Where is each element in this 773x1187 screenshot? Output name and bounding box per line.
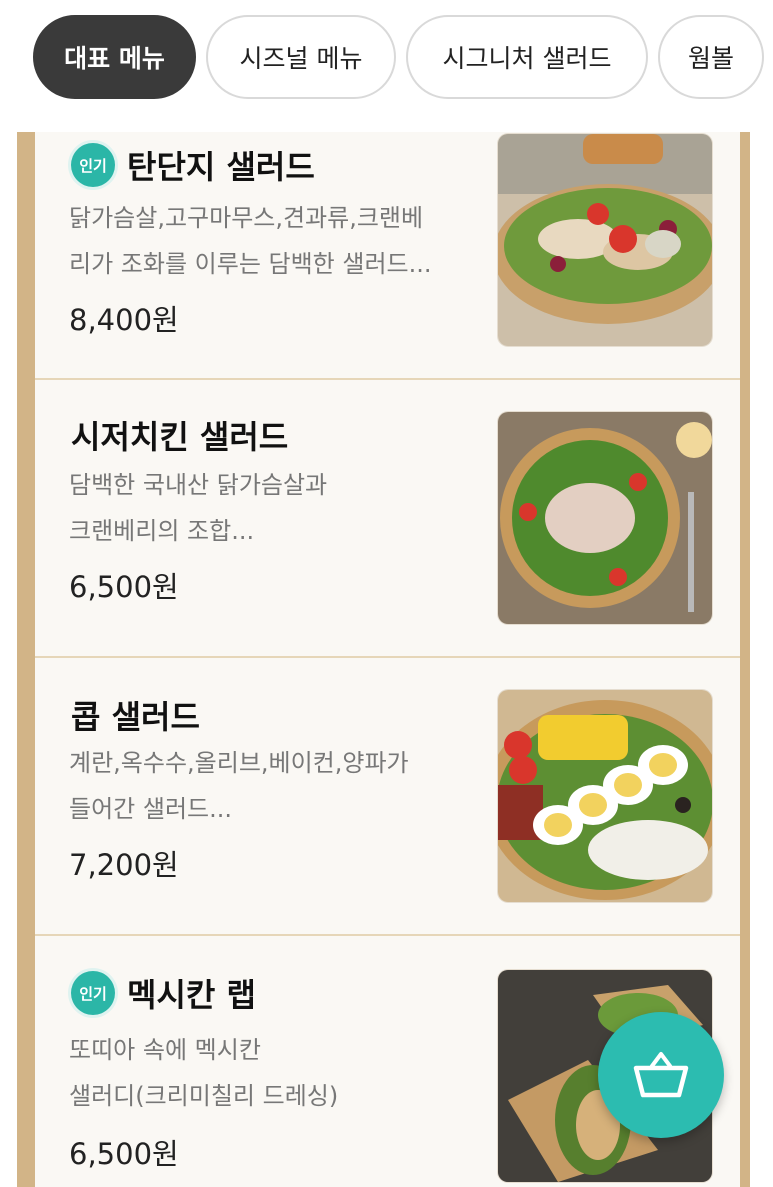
- menu-item-name: 콥 샐러드: [71, 698, 200, 736]
- popular-badge: 인기: [71, 143, 115, 187]
- menu-item-description: 담백한 국내산 닭가슴살과 크랜베리의 조합...: [69, 462, 489, 554]
- salad-bowl-image: [498, 690, 712, 902]
- menu-item-title-row: 콥 샐러드: [71, 692, 200, 738]
- menu-item[interactable]: 콥 샐러드 계란,옥수수,올리브,베이컨,양파가 들어간 샐러드... 7,20…: [35, 658, 740, 936]
- menu-item-price: 6,500원: [69, 570, 179, 604]
- salad-bowl-image: [498, 412, 712, 624]
- menu-item-name: 탄단지 샐러드: [127, 148, 315, 186]
- description-line: 담백한 국내산 닭가슴살과: [69, 471, 328, 499]
- menu-item-description: 닭가슴살,고구마무스,견과류,크랜베 리가 조화를 이루는 담백한 샐러드...: [69, 195, 489, 287]
- menu-item-photo[interactable]: [498, 690, 712, 902]
- description-line: 닭가슴살,고구마무스,견과류,크랜베: [69, 204, 424, 232]
- tab-signature-salad[interactable]: 시그니처 샐러드: [406, 15, 648, 99]
- menu-item-title-row: 시저치킨 샐러드: [71, 412, 288, 458]
- menu-item-title-row: 인기 탄단지 샐러드: [71, 142, 315, 188]
- menu-item-price: 6,500원: [69, 1137, 179, 1171]
- description-line: 크랜베리의 조합...: [69, 517, 255, 545]
- tab-signature-menu[interactable]: 대표 메뉴: [33, 15, 196, 99]
- basket-icon: [633, 1052, 689, 1098]
- description-line: 들어간 샐러드...: [69, 795, 232, 823]
- menu-item-description: 또띠아 속에 멕시칸 샐러디(크리미칠리 드레싱): [69, 1027, 489, 1119]
- popular-badge: 인기: [71, 971, 115, 1015]
- salad-bowl-image: [498, 134, 712, 346]
- menu-item-name: 시저치킨 샐러드: [71, 418, 289, 456]
- description-line: 계란,옥수수,올리브,베이컨,양파가: [69, 749, 409, 777]
- description-line: 리가 조화를 이루는 담백한 샐러드...: [69, 250, 432, 278]
- menu-item-price: 8,400원: [69, 303, 179, 337]
- description-line: 또띠아 속에 멕시칸: [69, 1036, 261, 1064]
- menu-item-price: 7,200원: [69, 848, 179, 882]
- menu-item-photo[interactable]: [498, 134, 712, 346]
- menu-item-description: 계란,옥수수,올리브,베이컨,양파가 들어간 샐러드...: [69, 740, 489, 832]
- cart-button[interactable]: [598, 1012, 724, 1138]
- category-tab-bar: 대표 메뉴 시즈널 메뉴 시그니처 샐러드 웜볼: [0, 0, 773, 132]
- menu-item[interactable]: 인기 탄단지 샐러드 닭가슴살,고구마무스,견과류,크랜베 리가 조화를 이루는…: [35, 132, 740, 380]
- menu-item-name: 멕시칸 랩: [127, 976, 256, 1014]
- menu-item-title-row: 인기 멕시칸 랩: [71, 970, 256, 1016]
- menu-item-photo[interactable]: [498, 412, 712, 624]
- menu-item[interactable]: 시저치킨 샐러드 담백한 국내산 닭가슴살과 크랜베리의 조합... 6,500…: [35, 380, 740, 658]
- tab-warm-bowl[interactable]: 웜볼: [658, 15, 764, 99]
- description-line: 샐러디(크리미칠리 드레싱): [69, 1082, 339, 1110]
- tab-seasonal-menu[interactable]: 시즈널 메뉴: [206, 15, 396, 99]
